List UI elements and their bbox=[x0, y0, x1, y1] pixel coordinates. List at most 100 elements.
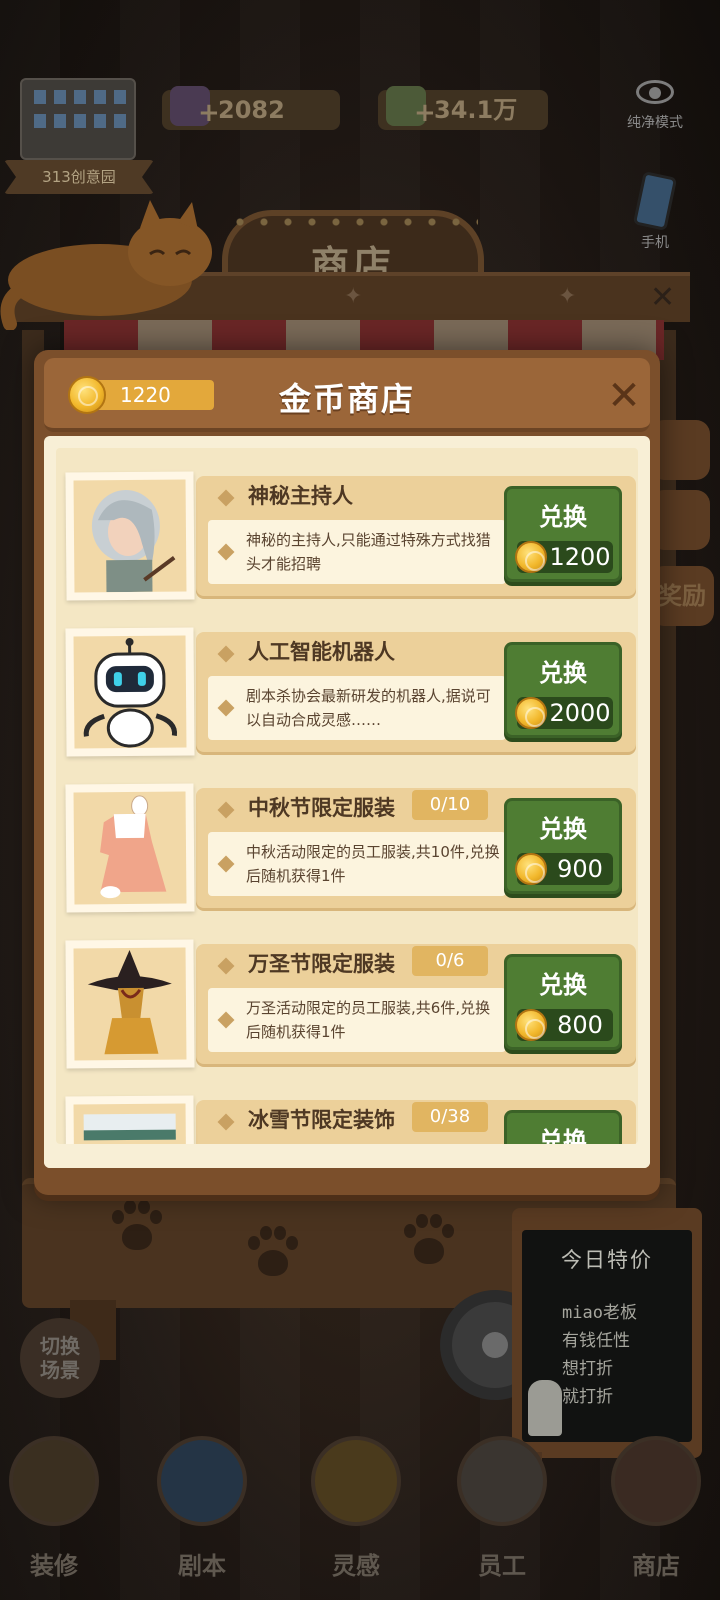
exchange-label: 兑换 bbox=[539, 971, 587, 999]
item-description: 中秋活动限定的员工服装,共10件,兑换后随机获得1件 bbox=[246, 843, 500, 885]
nav-staff[interactable]: 员工 bbox=[442, 1436, 562, 1596]
cash-counter[interactable]: + 34.1万 bbox=[378, 86, 548, 130]
paper-edge bbox=[44, 1144, 650, 1168]
coin-icon bbox=[515, 1009, 547, 1041]
staff-card-icon bbox=[457, 1436, 547, 1526]
exchange-button[interactable]: 兑换 800 bbox=[504, 954, 622, 1050]
shop-icon bbox=[611, 1436, 701, 1526]
board-title: 今日特价 bbox=[561, 1248, 653, 1272]
switch-scene-label: 切换 场景 bbox=[40, 1334, 80, 1382]
price: 900 bbox=[515, 853, 613, 885]
modal-body: 神秘主持人 神秘的主持人,只能通过特殊方式找猎头才能招聘 兑换 1200 人工智… bbox=[44, 436, 650, 1168]
board-line: 就打折 bbox=[562, 1387, 613, 1407]
eye-icon bbox=[636, 80, 674, 104]
cash-count: 34.1万 bbox=[434, 96, 518, 124]
item-name: 万圣节限定服装 bbox=[248, 952, 395, 976]
mid-autumn-costume-icon bbox=[73, 791, 187, 905]
halloween-costume-icon bbox=[73, 947, 187, 1061]
paw-icon bbox=[242, 1224, 302, 1284]
collection-count: 0/6 bbox=[412, 946, 488, 976]
paw-icon bbox=[398, 1212, 458, 1272]
star-icon: ✦ bbox=[344, 284, 363, 309]
phone-icon bbox=[632, 171, 678, 231]
board-line: 想打折 bbox=[562, 1359, 613, 1379]
price: 2000 bbox=[515, 697, 613, 729]
modal-header: 1220 金币商店 ✕ bbox=[44, 358, 650, 432]
ice-festival-decoration-icon bbox=[73, 1103, 187, 1144]
shop-item: 冰雪节限定装饰 0/38 兑换 bbox=[65, 1095, 636, 1144]
location-tag: 313创意园 bbox=[4, 160, 154, 194]
item-name: 神秘主持人 bbox=[248, 484, 353, 508]
shop-item: 中秋节限定服装 0/10 中秋活动限定的员工服装,共10件,兑换后随机获得1件 … bbox=[65, 783, 636, 914]
gem-counter[interactable]: + 2082 bbox=[162, 86, 340, 130]
collection-count: 0/10 bbox=[412, 790, 488, 820]
price-value: 1200 bbox=[549, 543, 611, 571]
exchange-label: 兑换 bbox=[539, 1127, 587, 1144]
shop-item: 人工智能机器人 剧本杀协会最新研发的机器人,据说可以自动合成灵感…… 兑换 20… bbox=[65, 627, 636, 758]
building-thumbnail[interactable] bbox=[20, 78, 136, 160]
phone-button[interactable]: 手机 bbox=[626, 171, 684, 252]
price-value: 800 bbox=[557, 1011, 603, 1039]
exchange-button[interactable]: 兑换 900 bbox=[504, 798, 622, 894]
nav-label: 商店 bbox=[632, 1552, 680, 1580]
paw-icon bbox=[106, 1198, 166, 1258]
coin-shop-modal: 1220 金币商店 ✕ 神秘主持人 神秘的主持人,只能通过特殊方式找猎头才能招聘… bbox=[34, 350, 660, 1195]
item-thumbnail bbox=[65, 627, 195, 757]
nav-label: 灵感 bbox=[332, 1552, 380, 1580]
item-name: 中秋节限定服装 bbox=[248, 796, 395, 820]
item-thumbnail bbox=[65, 783, 195, 913]
cat-illustration bbox=[0, 200, 212, 330]
gem-count: 2082 bbox=[218, 96, 285, 124]
price: 800 bbox=[515, 1009, 613, 1041]
phone-label: 手机 bbox=[641, 235, 669, 251]
nav-shop[interactable]: 商店 bbox=[596, 1436, 716, 1596]
exchange-label: 兑换 bbox=[539, 815, 587, 843]
nav-label: 员工 bbox=[478, 1552, 526, 1580]
nav-script[interactable]: 剧本 bbox=[142, 1436, 262, 1596]
bottom-nav: 装修 剧本 灵感 员工 商店 bbox=[0, 1420, 720, 1600]
exchange-label: 兑换 bbox=[539, 503, 587, 531]
item-thumbnail bbox=[65, 471, 195, 601]
exchange-button[interactable]: 兑换 2000 bbox=[504, 642, 622, 738]
switch-scene-button[interactable]: 切换 场景 bbox=[20, 1318, 100, 1398]
coin-icon bbox=[515, 697, 547, 729]
collection-count: 0/38 bbox=[412, 1102, 488, 1132]
coin-icon bbox=[515, 541, 547, 573]
nav-label: 装修 bbox=[30, 1552, 78, 1580]
inspiration-orb-icon bbox=[311, 1436, 401, 1526]
coin-icon bbox=[515, 853, 547, 885]
decorate-icon bbox=[9, 1436, 99, 1526]
add-cash-icon[interactable]: + bbox=[414, 100, 436, 126]
board-line: miao老板 bbox=[562, 1303, 637, 1323]
host-portrait-icon bbox=[73, 479, 187, 593]
nav-inspiration[interactable]: 灵感 bbox=[296, 1436, 416, 1596]
price: 1200 bbox=[515, 541, 613, 573]
item-description: 神秘的主持人,只能通过特殊方式找猎头才能招聘 bbox=[246, 531, 491, 573]
robot-icon bbox=[73, 635, 187, 749]
price-value: 900 bbox=[557, 855, 603, 883]
shop-item: 神秘主持人 神秘的主持人,只能通过特殊方式找猎头才能招聘 兑换 1200 bbox=[65, 471, 636, 602]
exchange-label: 兑换 bbox=[539, 659, 587, 687]
board-line: 有钱任性 bbox=[562, 1331, 630, 1351]
item-list[interactable]: 神秘主持人 神秘的主持人,只能通过特殊方式找猎头才能招聘 兑换 1200 人工智… bbox=[56, 448, 638, 1144]
item-thumbnail bbox=[65, 939, 195, 1069]
item-description: 万圣活动限定的员工服装,共6件,兑换后随机获得1件 bbox=[246, 999, 491, 1041]
item-thumbnail bbox=[65, 1095, 195, 1144]
price-value: 2000 bbox=[549, 699, 611, 727]
add-gems-icon[interactable]: + bbox=[198, 100, 220, 126]
shop-item: 万圣节限定服装 0/6 万圣活动限定的员工服装,共6件,兑换后随机获得1件 兑换… bbox=[65, 939, 636, 1070]
pure-mode-label: 纯净模式 bbox=[627, 115, 683, 131]
exchange-button[interactable]: 兑换 1200 bbox=[504, 486, 622, 582]
item-description: 剧本杀协会最新研发的机器人,据说可以自动合成灵感…… bbox=[246, 687, 491, 729]
shop-close-icon[interactable]: ✕ bbox=[650, 280, 675, 315]
pure-mode-button[interactable]: 纯净模式 bbox=[620, 80, 690, 132]
modal-title: 金币商店 bbox=[278, 380, 415, 418]
star-icon: ✦ bbox=[558, 284, 577, 309]
nav-decorate[interactable]: 装修 bbox=[0, 1436, 114, 1596]
nav-label: 剧本 bbox=[178, 1552, 226, 1580]
close-button[interactable]: ✕ bbox=[604, 376, 644, 416]
book-icon bbox=[157, 1436, 247, 1526]
item-name: 冰雪节限定装饰 bbox=[248, 1108, 395, 1132]
item-name: 人工智能机器人 bbox=[248, 640, 395, 664]
exchange-button[interactable]: 兑换 bbox=[504, 1110, 622, 1144]
